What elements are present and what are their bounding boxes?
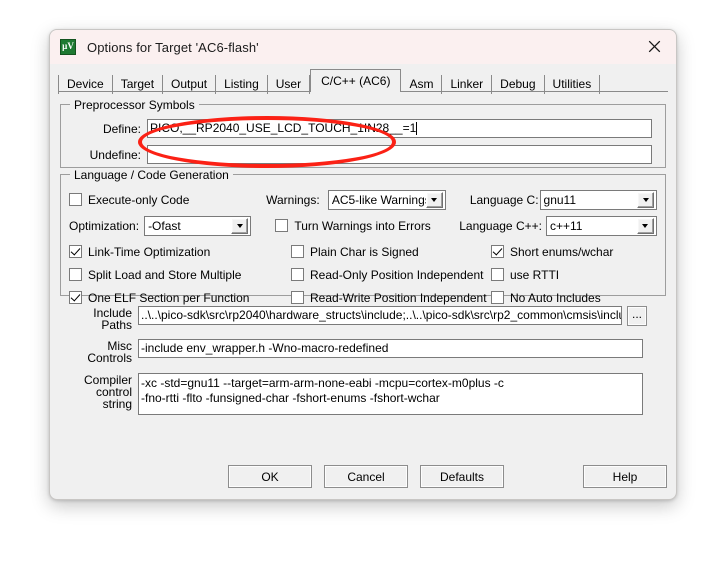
misc-controls-value: -include env_wrapper.h -Wno-macro-redefi… [141,341,389,355]
optimization-value: -Ofast [148,218,181,233]
one-elf-section-per-function-label: One ELF Section per Function [88,290,250,305]
ok-button[interactable]: OK [228,465,312,488]
compiler-control-string-box: -xc -std=gnu11 --target=arm-arm-none-eab… [138,373,643,415]
short-enums-wchar-checkbox[interactable]: Short enums/wchar [491,245,613,259]
no-auto-includes-checkbox[interactable]: No Auto Includes [491,291,601,305]
read-only-position-independent-label: Read-Only Position Independent [310,267,484,282]
language-c-label: Language C: [469,192,539,207]
language-code-generation-legend: Language / Code Generation [70,168,233,182]
link-time-optimization-label: Link-Time Optimization [88,244,211,259]
defaults-button[interactable]: Defaults [420,465,504,488]
language-cpp-value: c++11 [549,218,583,233]
checkbox-box [491,268,504,281]
undefine-input[interactable] [147,145,652,164]
misc-controls-input[interactable]: -include env_wrapper.h -Wno-macro-redefi… [138,339,643,358]
title-bar: Options for Target 'AC6-flash' [50,30,676,64]
checkbox-box [275,219,289,232]
checkbox-box [291,268,304,281]
checkbox-box [491,291,504,304]
split-load-and-store-multiple-checkbox[interactable]: Split Load and Store Multiple [69,268,291,282]
define-input[interactable]: PICO,__RP2040_USE_LCD_TOUCH_1IN28__=1 [147,119,652,138]
undefine-label: Undefine: [89,147,141,162]
split-load-and-store-multiple-label: Split Load and Store Multiple [88,267,242,282]
compiler-control-string-line-2: -fno-rtti -flto -funsigned-char -fshort-… [141,391,440,405]
optimization-select[interactable]: -Ofast [144,215,252,236]
include-paths-label: Include Paths [93,306,132,332]
checkbox-box [69,245,82,258]
misc-controls-label: Misc Controls [87,339,132,365]
chevron-down-icon[interactable] [231,217,249,234]
execute-only-code-label: Execute-only Code [88,192,190,207]
read-write-position-independent-checkbox[interactable]: Read-Write Position Independent [291,291,491,305]
use-rtti-label: use RTTI [510,267,560,282]
link-time-optimization-checkbox[interactable]: Link-Time Optimization [69,245,291,259]
execute-only-code-checkbox[interactable]: Execute-only Code [69,193,266,207]
dialog-button-bar: OK Cancel Defaults Help [50,465,676,488]
checkbox-box [291,291,304,304]
warnings-label: Warnings: [266,192,320,207]
include-paths-value: ..\..\pico-sdk\src\rp2040\hardware_struc… [141,308,622,322]
help-button[interactable]: Help [583,465,667,488]
chevron-down-icon[interactable] [637,191,654,208]
uvision-icon [60,39,76,55]
language-code-generation-group: Language / Code Generation Execute-only … [60,168,666,305]
define-label: Define: [102,121,141,136]
options-dialog: Options for Target 'AC6-flash' Device Ta… [49,29,677,500]
preprocessor-symbols-group: Preprocessor Symbols Define: PICO,__RP20… [60,98,666,168]
language-c-select[interactable]: gnu11 [539,189,657,210]
chevron-down-icon[interactable] [425,191,443,208]
checkbox-box [69,193,82,206]
optimization-label: Optimization: [69,218,140,233]
language-c-value: gnu11 [543,192,576,207]
short-enums-wchar-label: Short enums/wchar [510,244,614,259]
compiler-control-string-line-1: -xc -std=gnu11 --target=arm-arm-none-eab… [141,376,504,390]
no-auto-includes-label: No Auto Includes [510,290,601,305]
warnings-select[interactable]: AC5-like Warnings [327,189,446,210]
tab-c-cpp-ac6[interactable]: C/C++ (AC6) [310,69,402,93]
checkbox-box [69,268,82,281]
language-cpp-select[interactable]: c++11 [545,215,657,236]
preprocessor-symbols-legend: Preprocessor Symbols [70,98,199,112]
checkbox-box [491,245,504,258]
tab-bar: Device Target Output Listing User C/C++ … [58,69,668,94]
compiler-control-string-label: Compiler control string [83,373,132,411]
turn-warnings-into-errors-label: Turn Warnings into Errors [294,218,431,233]
text-caret [416,122,418,135]
read-only-position-independent-checkbox[interactable]: Read-Only Position Independent [291,268,491,282]
tab-page-c-cpp: Preprocessor Symbols Define: PICO,__RP20… [58,92,668,415]
checkbox-box [291,245,304,258]
plain-char-is-signed-label: Plain Char is Signed [310,244,419,259]
define-value: PICO,__RP2040_USE_LCD_TOUCH_1IN28__=1 [150,121,417,135]
use-rtti-checkbox[interactable]: use RTTI [491,268,559,282]
read-write-position-independent-label: Read-Write Position Independent [310,290,487,305]
include-paths-input[interactable]: ..\..\pico-sdk\src\rp2040\hardware_struc… [138,306,622,325]
include-paths-browse-button[interactable]: ... [627,306,647,326]
turn-warnings-into-errors-checkbox[interactable]: Turn Warnings into Errors [275,219,459,233]
plain-char-is-signed-checkbox[interactable]: Plain Char is Signed [291,245,491,259]
one-elf-section-per-function-checkbox[interactable]: One ELF Section per Function [69,291,291,305]
close-glyph [648,40,660,53]
cancel-button[interactable]: Cancel [324,465,408,488]
chevron-down-icon[interactable] [636,217,654,234]
warnings-value: AC5-like Warnings [331,192,426,207]
checkbox-box [69,291,82,304]
close-icon[interactable] [632,30,676,63]
language-cpp-label: Language C++: [459,218,542,233]
window-title: Options for Target 'AC6-flash' [87,39,259,55]
